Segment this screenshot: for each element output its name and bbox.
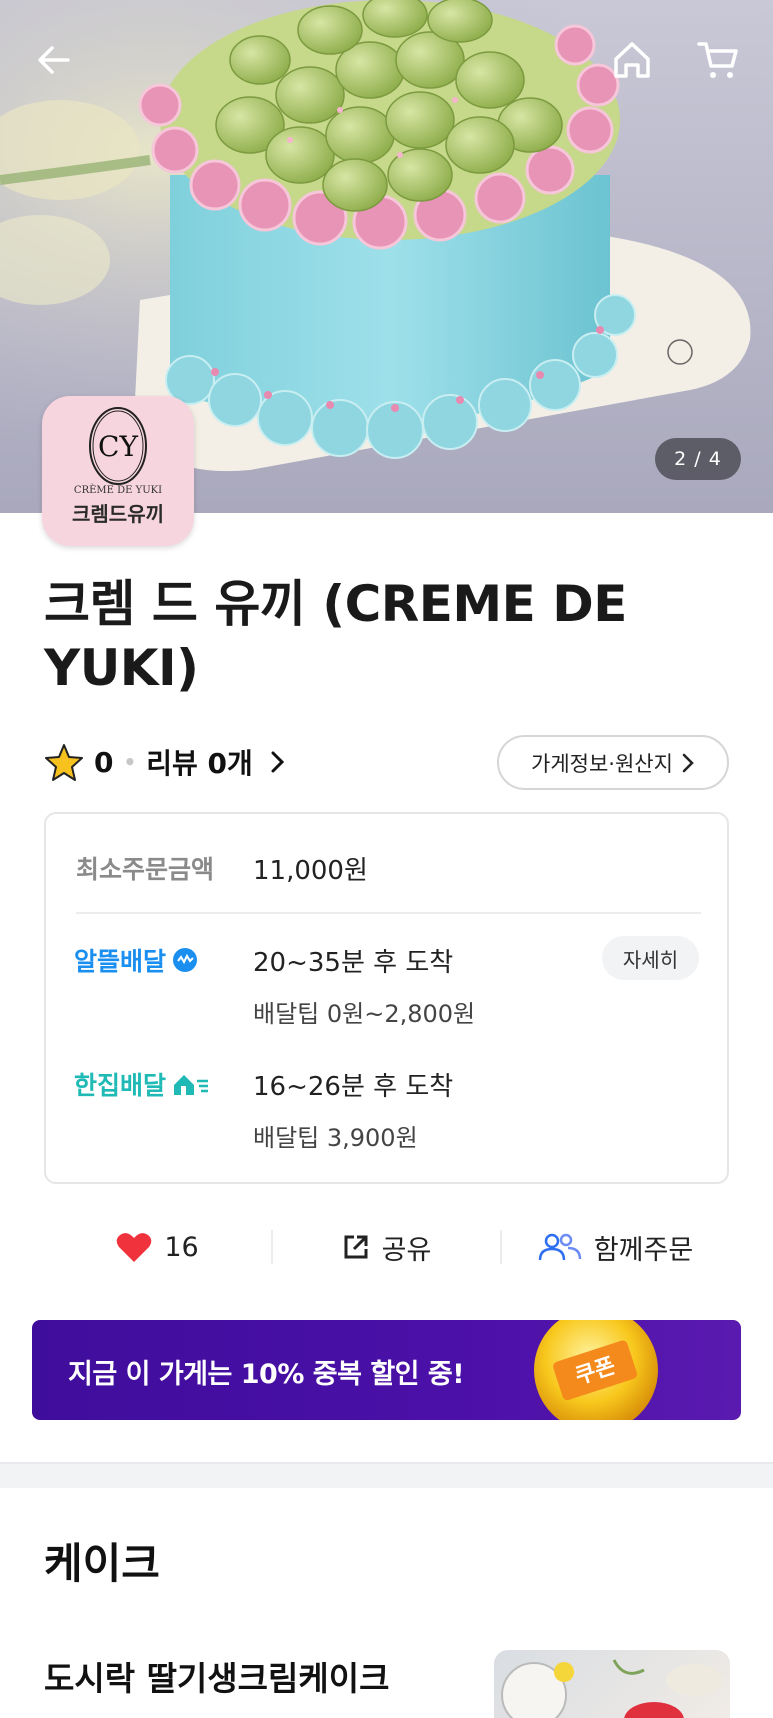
like-button[interactable]: 16 [44, 1231, 271, 1263]
share-button[interactable]: 공유 [273, 1228, 500, 1267]
cart-button[interactable] [688, 30, 748, 90]
heart-icon [117, 1233, 152, 1262]
section-divider [0, 1462, 773, 1488]
saver-delivery-icon [173, 948, 198, 972]
rating-review-link[interactable]: 0 • 리뷰 0개 [44, 738, 287, 786]
divider [76, 912, 701, 914]
delivery-brand-saver: 알뜰배달 [74, 942, 198, 978]
menu-item[interactable]: 도시락 딸기생크림케이크 [0, 1640, 773, 1718]
single-delivery-icon [174, 1075, 209, 1095]
delivery-tip: 배달팁 3,900원 [253, 1124, 418, 1152]
store-logo: CY CRÈME DE YUKI 크렘드유끼 [42, 396, 194, 546]
arrow-left-icon [38, 46, 70, 74]
discount-banner[interactable]: 지금 이 가게는 10% 중복 할인 중! 쿠폰 [32, 1320, 741, 1420]
group-users-icon [538, 1233, 582, 1261]
coupon-icon: 쿠폰 [534, 1320, 658, 1420]
carousel-page-indicator: 2 / 4 [655, 438, 741, 480]
group-order-button[interactable]: 함께주문 [502, 1228, 729, 1267]
delivery-time: 20~35분 후 도착 [253, 948, 454, 978]
group-order-label: 함께주문 [593, 1234, 694, 1266]
cart-icon [697, 42, 738, 78]
review-count: 리뷰 0개 [146, 747, 253, 780]
menu-item-name: 도시락 딸기생크림케이크 [44, 1659, 390, 1698]
menu-item-thumbnail [494, 1650, 730, 1718]
delivery-tip: 배달팁 0원~2,800원 [253, 1000, 476, 1028]
delivery-info-card: 최소주문금액 11,000원 알뜰배달 20~35분 후 도착 배달팁 0원~2… [44, 812, 729, 1184]
delivery-detail-button[interactable]: 자세히 [602, 936, 699, 980]
menu-item-photo [501, 1659, 722, 1718]
like-count: 16 [164, 1231, 199, 1263]
star-icon [45, 744, 83, 781]
share-icon [344, 1235, 368, 1259]
separator-dot: • [123, 750, 137, 774]
back-button[interactable] [24, 30, 84, 90]
logo-monogram: CY [98, 430, 138, 463]
delivery-brand-label: 한집배달 [74, 1071, 167, 1100]
rating-value: 0 [94, 745, 114, 779]
delivery-time: 16~26분 후 도착 [253, 1072, 454, 1102]
menu-section-title: 케이크 [44, 1539, 160, 1588]
logo-caption: 크렘드유끼 [72, 502, 164, 526]
store-info-label: 가게정보·원산지 [531, 751, 673, 776]
store-logo-mark: CY CRÈME DE YUKI [74, 407, 162, 496]
share-label: 공유 [381, 1234, 432, 1266]
logo-brand-text: CRÈME DE YUKI [74, 484, 162, 496]
chevron-right-icon [271, 751, 284, 773]
home-button[interactable] [602, 30, 662, 90]
delivery-brand-label: 알뜰배달 [74, 947, 167, 976]
chevron-right-icon [682, 753, 694, 772]
banner-text: 지금 이 가게는 10% 중복 할인 중! [68, 1359, 465, 1390]
home-icon [614, 42, 650, 78]
store-title: 크렘 드 유끼 (CREME DE YUKI) [44, 575, 627, 697]
store-info-origin-button[interactable]: 가게정보·원산지 [497, 735, 729, 790]
min-order-label: 최소주문금액 [76, 855, 215, 884]
delivery-brand-single: 한집배달 [74, 1066, 210, 1102]
min-order-value: 11,000원 [253, 856, 368, 886]
store-actions-bar: 16 공유 함께주문 [44, 1222, 729, 1272]
